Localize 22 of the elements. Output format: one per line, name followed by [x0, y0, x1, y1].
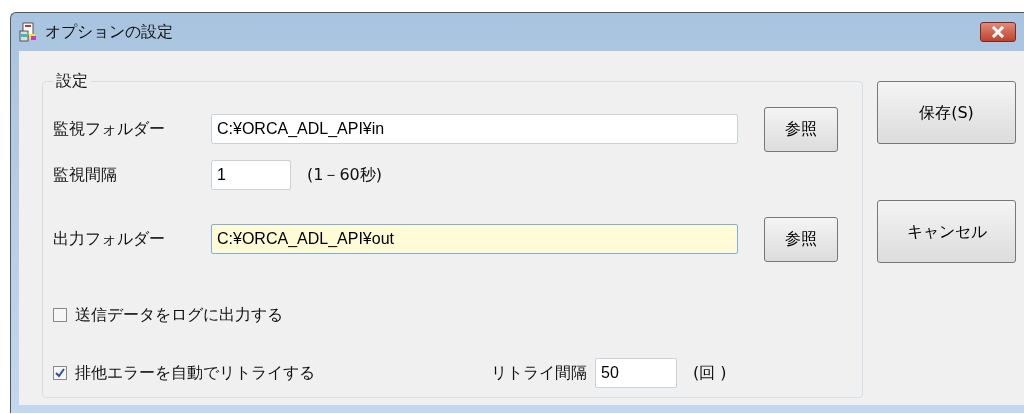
- app-icon: [19, 22, 39, 42]
- checkbox[interactable]: [53, 308, 67, 322]
- field-label: リトライ間隔: [491, 362, 587, 384]
- field-label: 監視フォルダー: [53, 118, 166, 140]
- browse-button[interactable]: 参照: [764, 106, 838, 152]
- checkbox-label: 排他エラーを自動でリトライする: [75, 362, 316, 384]
- dialog-button[interactable]: キャンセル: [877, 200, 1016, 263]
- checkbox[interactable]: [53, 366, 67, 380]
- unit-label: (回 ): [693, 362, 727, 384]
- field-label: 監視間隔: [53, 164, 118, 186]
- field-label: 出力フォルダー: [53, 228, 166, 250]
- close-icon: [991, 26, 1005, 38]
- text-field[interactable]: C:¥ORCA_ADL_API¥out: [211, 224, 738, 254]
- browse-button[interactable]: 参照: [764, 216, 838, 262]
- text-field[interactable]: 50: [595, 358, 677, 388]
- text-field[interactable]: 1: [211, 160, 291, 190]
- close-button[interactable]: [980, 22, 1016, 42]
- dialog-button[interactable]: 保存(S): [877, 81, 1016, 144]
- text-field[interactable]: C:¥ORCA_ADL_API¥in: [211, 114, 738, 144]
- checkbox-label: 送信データをログに出力する: [75, 304, 284, 326]
- window-title: オプションの設定: [45, 21, 173, 43]
- range-note: (1－60秒): [307, 164, 383, 186]
